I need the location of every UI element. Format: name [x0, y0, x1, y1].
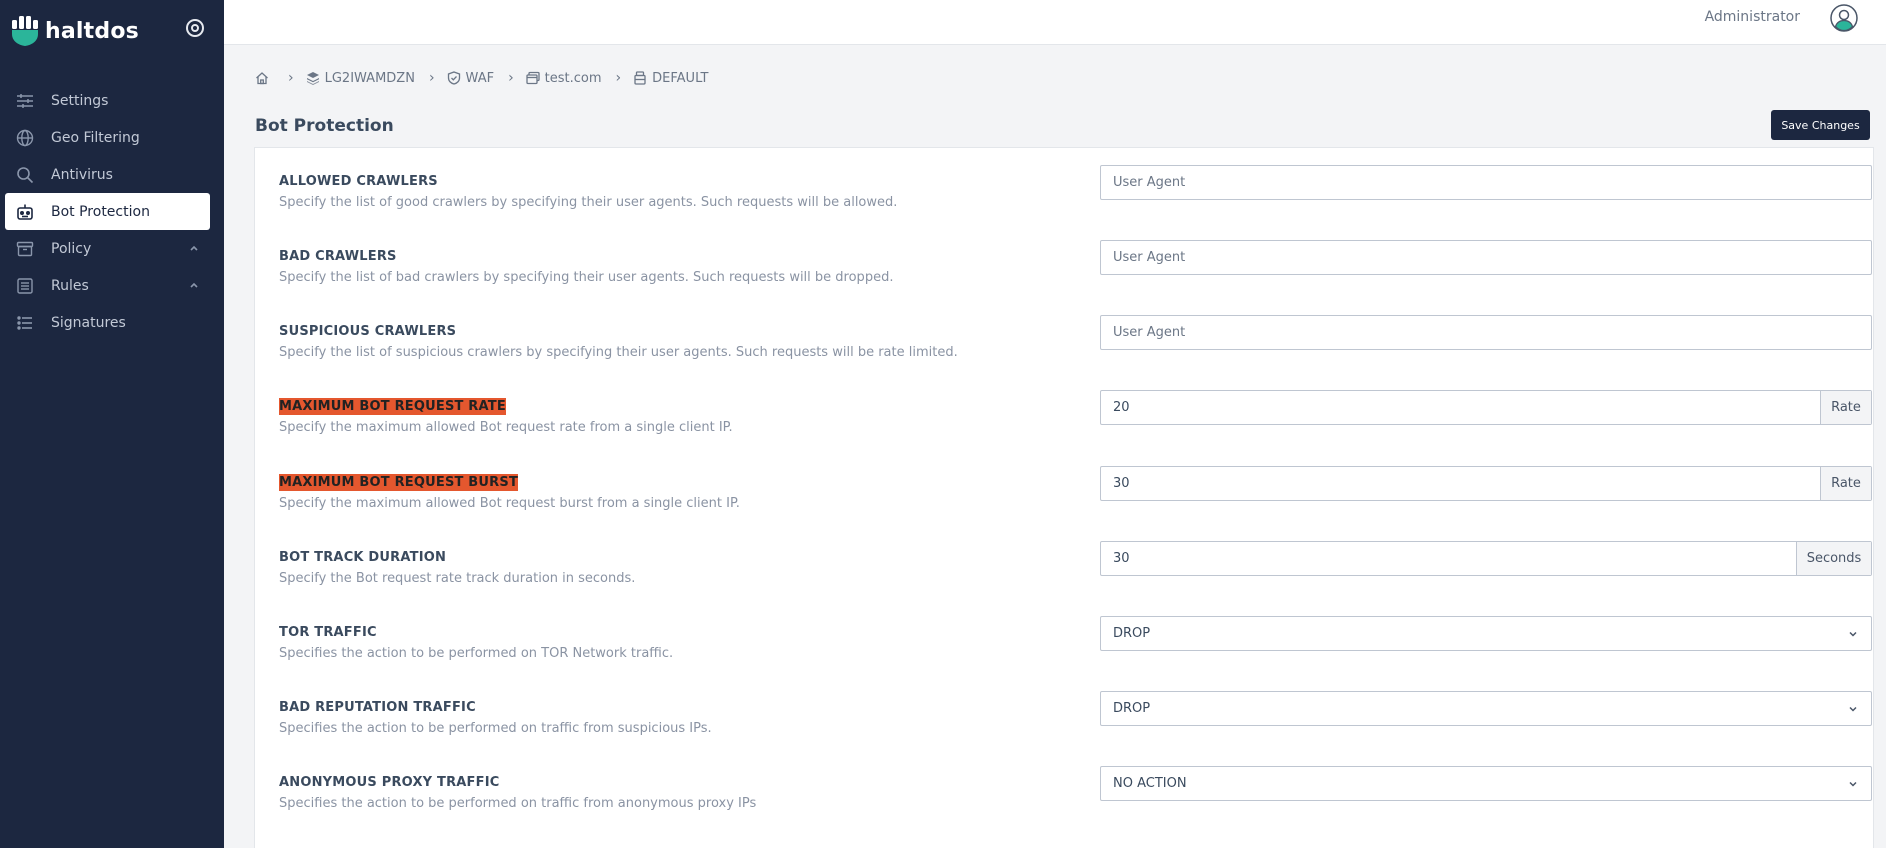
sidebar-item-geo-filtering[interactable]: Geo Filtering — [5, 119, 210, 156]
anonymous-proxy-traffic-select[interactable]: NO ACTION — [1100, 766, 1872, 801]
sidebar-item-label: Bot Protection — [51, 203, 150, 220]
breadcrumb-item-domain[interactable]: test.com — [526, 71, 602, 86]
search-icon — [16, 166, 34, 184]
list-icon — [16, 314, 34, 332]
input-addon: Seconds — [1796, 542, 1871, 575]
bad-crawlers-field — [1100, 240, 1872, 275]
sidebar-item-rules[interactable]: Rules — [5, 267, 210, 304]
breadcrumb-item-waf[interactable]: WAF — [447, 70, 495, 86]
user-name[interactable]: Administrator — [1705, 9, 1800, 25]
setting-title: ANONYMOUS PROXY TRAFFIC — [279, 775, 500, 790]
setting-title: TOR TRAFFIC — [279, 625, 377, 640]
sidebar-nav: Settings Geo Filtering Antivirus Bot Pro… — [5, 82, 210, 341]
breadcrumb-item-tenant[interactable]: LG2IWAMDZN — [306, 71, 415, 86]
sidebar-item-label: Signatures — [51, 314, 126, 331]
setting-description: Specify the list of suspicious crawlers … — [279, 345, 958, 360]
input-addon: Rate — [1820, 467, 1871, 500]
chevron-down-icon — [1849, 631, 1857, 637]
save-changes-button[interactable]: Save Changes — [1771, 110, 1870, 140]
setting-title: BAD REPUTATION TRAFFIC — [279, 700, 476, 715]
robot-icon — [16, 203, 34, 221]
haltdos-logo-icon — [12, 16, 38, 46]
sidebar-item-label: Policy — [51, 240, 92, 257]
breadcrumb-label: test.com — [544, 70, 602, 86]
sidebar-item-policy[interactable]: Policy — [5, 230, 210, 267]
chevron-down-icon — [1849, 706, 1857, 712]
setting-description: Specify the maximum allowed Bot request … — [279, 496, 740, 511]
sidebar: haltdos Settings Geo Filtering Antivirus — [0, 0, 224, 848]
setting-title: MAXIMUM BOT REQUEST RATE — [279, 398, 506, 415]
tor-traffic-select[interactable]: DROP — [1100, 616, 1872, 651]
max-bot-request-burst-field: Rate — [1100, 466, 1872, 501]
window-icon — [526, 71, 540, 85]
brand-name: haltdos — [45, 18, 139, 44]
sidebar-item-signatures[interactable]: Signatures — [5, 304, 210, 341]
sidebar-item-settings[interactable]: Settings — [5, 82, 210, 119]
max-bot-request-rate-field: Rate — [1100, 390, 1872, 425]
sidebar-item-antivirus[interactable]: Antivirus — [5, 156, 210, 193]
sidebar-item-label: Rules — [51, 277, 89, 294]
server-icon — [634, 71, 646, 85]
sliders-icon — [16, 92, 34, 110]
select-value: NO ACTION — [1113, 776, 1187, 791]
setting-title: SUSPICIOUS CRAWLERS — [279, 324, 457, 339]
select-value: DROP — [1113, 626, 1151, 641]
breadcrumb-home[interactable] — [255, 71, 274, 85]
sidebar-toggle-button[interactable] — [186, 19, 204, 37]
setting-description: Specify the maximum allowed Bot request … — [279, 420, 733, 435]
bot-track-duration-field: Seconds — [1100, 541, 1872, 576]
page-title: Bot Protection — [255, 116, 394, 136]
setting-description: Specify the list of bad crawlers by spec… — [279, 270, 894, 285]
setting-description: Specifies the action to be performed on … — [279, 646, 674, 661]
layers-icon — [306, 72, 319, 85]
topbar: Administrator — [224, 0, 1886, 45]
suspicious-crawlers-input[interactable] — [1101, 316, 1871, 349]
list-box-icon — [16, 277, 34, 295]
setting-description: Specifies the action to be performed on … — [279, 721, 712, 736]
breadcrumb-separator: › — [428, 70, 435, 86]
breadcrumb-separator: › — [288, 70, 294, 86]
select-value: DROP — [1113, 701, 1151, 716]
allowed-crawlers-field — [1100, 165, 1872, 200]
archive-icon — [16, 240, 34, 258]
globe-icon — [16, 129, 34, 147]
setting-description: Specify the list of good crawlers by spe… — [279, 195, 898, 210]
setting-description: Specify the Bot request rate track durat… — [279, 571, 636, 586]
setting-title: MAXIMUM BOT REQUEST BURST — [279, 474, 519, 491]
input-addon: Rate — [1820, 391, 1871, 424]
setting-title: ALLOWED CRAWLERS — [279, 174, 438, 189]
shield-icon — [447, 71, 460, 85]
sidebar-item-label: Geo Filtering — [51, 129, 140, 146]
max-bot-request-rate-input[interactable] — [1101, 391, 1820, 424]
breadcrumb-separator: › — [508, 70, 514, 86]
breadcrumb-label: WAF — [465, 70, 495, 86]
avatar-icon[interactable] — [1830, 4, 1858, 32]
chevron-up-icon — [190, 245, 198, 251]
setting-description: Specifies the action to be performed on … — [279, 796, 757, 811]
breadcrumb-label: DEFAULT — [652, 70, 709, 86]
chevron-up-icon — [190, 282, 198, 288]
chevron-down-icon — [1849, 781, 1857, 787]
settings-card: ALLOWED CRAWLERS Specify the list of goo… — [254, 147, 1874, 848]
home-icon — [256, 72, 268, 85]
allowed-crawlers-input[interactable] — [1101, 166, 1871, 199]
breadcrumb: › LG2IWAMDZN › WAF › test.com › DEFAULT — [255, 70, 708, 86]
sidebar-item-label: Settings — [51, 92, 109, 109]
setting-title: BOT TRACK DURATION — [279, 550, 447, 565]
sidebar-item-bot-protection[interactable]: Bot Protection — [5, 193, 210, 230]
max-bot-request-burst-input[interactable] — [1101, 467, 1820, 500]
brand[interactable]: haltdos — [12, 16, 139, 46]
bot-track-duration-input[interactable] — [1101, 542, 1796, 575]
breadcrumb-separator: › — [615, 70, 622, 86]
sidebar-item-label: Antivirus — [51, 166, 113, 183]
breadcrumb-label: LG2IWAMDZN — [324, 70, 415, 86]
suspicious-crawlers-field — [1100, 315, 1872, 350]
breadcrumb-item-policy[interactable]: DEFAULT — [633, 71, 708, 86]
setting-title: BAD CRAWLERS — [279, 249, 397, 264]
bad-crawlers-input[interactable] — [1101, 241, 1871, 274]
bad-reputation-traffic-select[interactable]: DROP — [1100, 691, 1872, 726]
